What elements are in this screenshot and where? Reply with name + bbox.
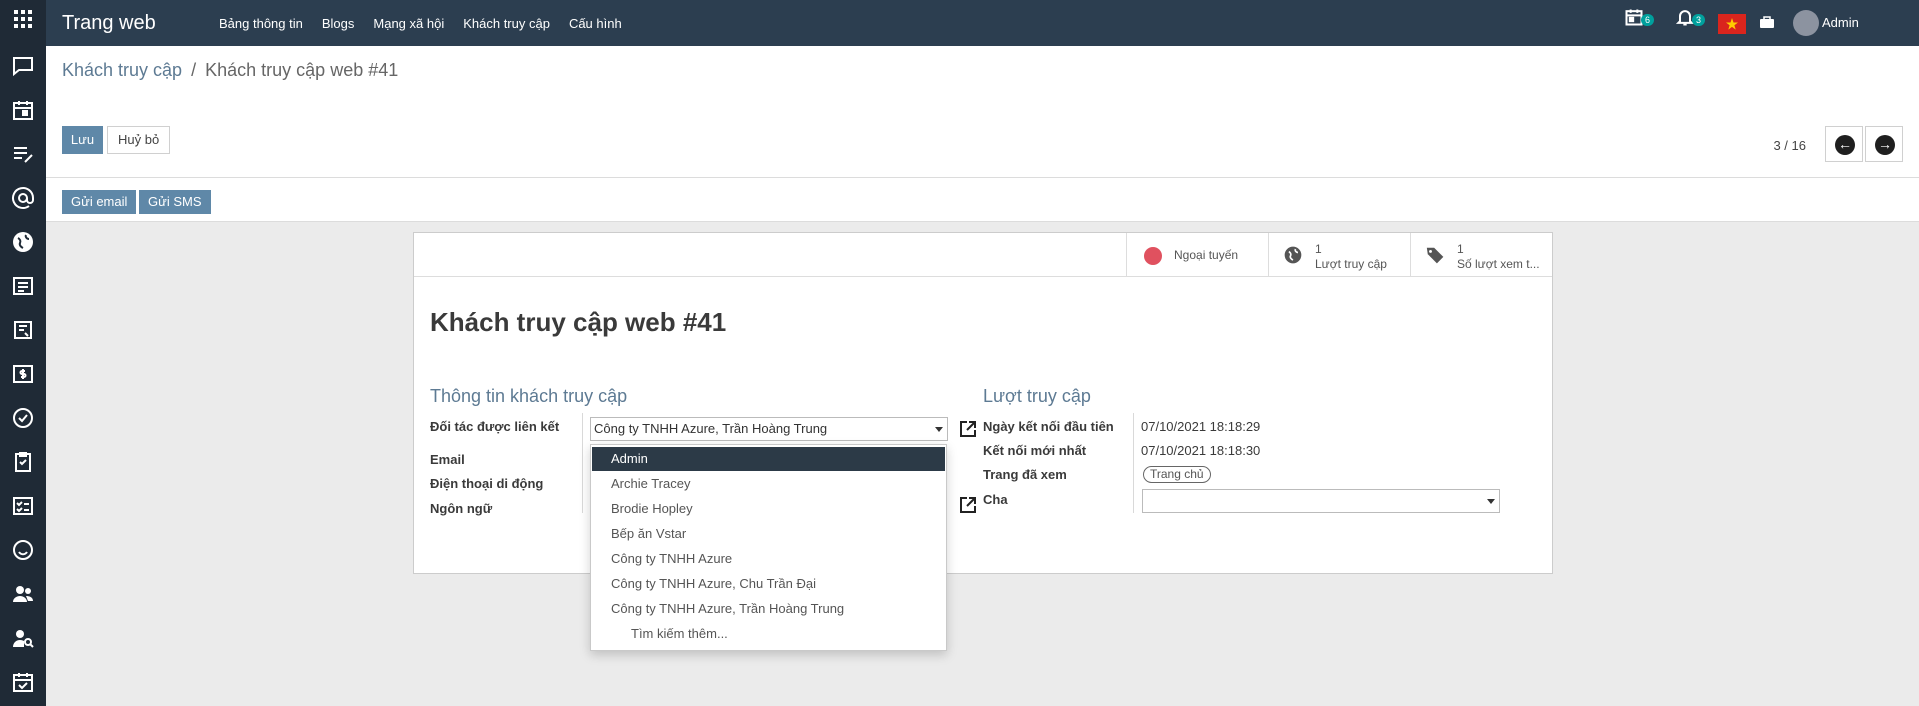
breadcrumb-parent[interactable]: Khách truy cập: [62, 60, 182, 80]
dropdown-option[interactable]: Brodie Hopley: [592, 497, 945, 521]
first-connection-value: 07/10/2021 18:18:29: [1141, 419, 1261, 434]
parent-label: Cha: [983, 492, 1008, 507]
status-label: Ngoại tuyến: [1174, 248, 1239, 262]
search-more-option[interactable]: Tìm kiếm thêm...: [592, 622, 945, 646]
smart-buttons: Ngoại tuyến 1 Lượt truy cập 1 Số lượt xe…: [414, 233, 1552, 277]
dropdown-option[interactable]: Công ty TNHH Azure, Trần Hoàng Trung: [592, 597, 945, 621]
top-navbar: Trang web Bảng thông tin Blogs Mạng xã h…: [46, 0, 1919, 46]
control-panel: Khách truy cập / Khách truy cập web #41 …: [46, 46, 1919, 178]
pager-previous-button[interactable]: ←: [1825, 126, 1863, 162]
visits-label: Lượt truy cập: [1315, 257, 1387, 271]
open-partner-external-link-icon[interactable]: [958, 419, 978, 439]
mobile-label: Điện thoại di động: [430, 476, 544, 491]
survey-icon[interactable]: [11, 494, 35, 518]
dropdown-option[interactable]: Bếp ăn Vstar: [592, 522, 945, 546]
user-avatar[interactable]: [1793, 10, 1819, 36]
breadcrumb-separator: /: [191, 60, 197, 80]
employees-icon[interactable]: [11, 626, 35, 650]
breadcrumb: Khách truy cập / Khách truy cập web #41: [62, 60, 398, 81]
status-dot-icon: [1144, 247, 1162, 265]
globe-icon: [1283, 245, 1303, 268]
contacts-icon[interactable]: [11, 582, 35, 606]
first-connection-label: Ngày kết nối đầu tiên: [983, 419, 1114, 434]
systray: 6 3 Admin: [1619, 0, 1919, 46]
notification-badge: 3: [1692, 14, 1706, 26]
menu-blogs[interactable]: Blogs: [322, 16, 355, 31]
last-connection-label: Kết nối mới nhất: [983, 443, 1087, 458]
page-views-smart-button[interactable]: 1 Số lượt xem t...: [1410, 233, 1554, 277]
calendar-badge: 6: [1641, 14, 1655, 26]
chevron-down-icon[interactable]: [1487, 499, 1495, 504]
form-statusbar: Gửi email Gửi SMS: [46, 178, 1919, 222]
send-sms-button[interactable]: Gửi SMS: [139, 190, 211, 214]
menu-social[interactable]: Mạng xã hội: [373, 16, 444, 31]
form-sheet: Ngoại tuyến 1 Lượt truy cập 1 Số lượt xe…: [413, 232, 1553, 574]
send-email-button[interactable]: Gửi email: [62, 190, 137, 214]
apps-menu-icon[interactable]: [14, 10, 32, 28]
last-connection-value: 07/10/2021 18:18:30: [1141, 443, 1261, 458]
parent-field[interactable]: [1142, 489, 1500, 513]
breadcrumb-current: Khách truy cập web #41: [205, 60, 399, 80]
partner-input-value[interactable]: Công ty TNHH Azure, Trần Hoàng Trung: [594, 421, 827, 436]
partner-label: Đối tác được liên kết: [430, 419, 560, 434]
pager-value[interactable]: 3 / 16: [1773, 138, 1806, 153]
accounting-icon[interactable]: [11, 362, 35, 386]
arrow-left-icon: ←: [1835, 135, 1855, 155]
visits-count: 1: [1315, 242, 1322, 256]
notes-icon[interactable]: [11, 142, 35, 166]
clipboard-icon[interactable]: [11, 450, 35, 474]
right-group-divider: [1133, 413, 1134, 513]
page-views-label: Số lượt xem t...: [1457, 257, 1540, 271]
menu-visitors[interactable]: Khách truy cập: [463, 16, 550, 31]
arrow-right-icon: →: [1875, 135, 1895, 155]
smiley-icon[interactable]: [11, 538, 35, 562]
app-sidebar: [0, 0, 46, 706]
left-group-divider: [582, 413, 583, 513]
visits-group-title: Lượt truy cập: [983, 386, 1091, 406]
website-icon[interactable]: [11, 230, 35, 254]
briefcase-icon[interactable]: [1759, 14, 1775, 30]
visitor-info-group-title: Thông tin khách truy cập: [430, 386, 628, 406]
email-label: Email: [430, 452, 465, 467]
chevron-down-icon[interactable]: [935, 427, 943, 432]
discard-button[interactable]: Huỷ bỏ: [107, 126, 171, 154]
dropdown-option[interactable]: Admin: [592, 447, 945, 471]
project-icon[interactable]: [11, 406, 35, 430]
discuss-icon[interactable]: [11, 54, 35, 78]
approvals-icon[interactable]: [11, 670, 35, 694]
tags-icon: [1425, 245, 1447, 270]
email-marketing-icon[interactable]: [11, 186, 35, 210]
menu-dashboard[interactable]: Bảng thông tin: [219, 16, 303, 31]
partner-field[interactable]: Công ty TNHH Azure, Trần Hoàng Trung: [590, 417, 948, 441]
dropdown-option[interactable]: Archie Tracey: [592, 472, 945, 496]
partner-autocomplete-dropdown: Admin Archie Tracey Brodie Hopley Bếp ăn…: [590, 444, 947, 651]
status-smart-button[interactable]: Ngoại tuyến: [1126, 233, 1268, 277]
save-button[interactable]: Lưu: [62, 126, 103, 154]
app-brand[interactable]: Trang web: [62, 12, 156, 35]
open-parent-external-link-icon[interactable]: [958, 495, 978, 515]
pager-next-button[interactable]: →: [1865, 126, 1903, 162]
menu-config[interactable]: Cấu hình: [569, 16, 622, 31]
user-name[interactable]: Admin: [1822, 15, 1859, 30]
calendar-icon[interactable]: [11, 98, 35, 122]
pages-viewed-label: Trang đã xem: [983, 467, 1067, 482]
page-tag[interactable]: Trang chủ: [1143, 466, 1211, 483]
language-label: Ngôn ngữ: [430, 501, 493, 516]
page-views-count: 1: [1457, 242, 1464, 256]
invoicing-icon[interactable]: [11, 318, 35, 342]
main-menu: Bảng thông tin Blogs Mạng xã hội Khách t…: [219, 16, 641, 31]
dropdown-option[interactable]: Công ty TNHH Azure, Chu Trần Đại: [592, 572, 945, 596]
language-flag-icon[interactable]: [1718, 14, 1746, 34]
dropdown-option[interactable]: Công ty TNHH Azure: [592, 547, 945, 571]
visits-smart-button[interactable]: 1 Lượt truy cập: [1268, 233, 1410, 277]
record-title: Khách truy cập web #41: [430, 307, 727, 337]
blog-icon[interactable]: [11, 274, 35, 298]
